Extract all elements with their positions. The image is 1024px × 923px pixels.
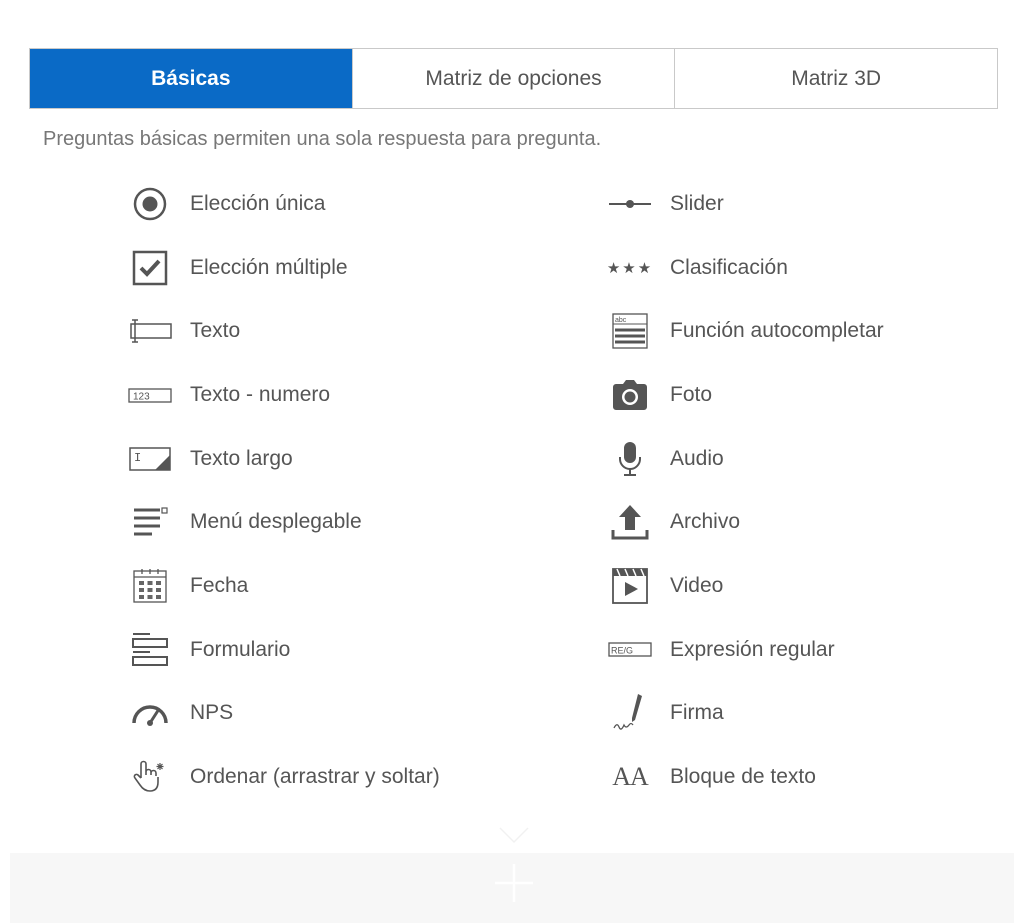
question-type-label: Texto — [190, 319, 241, 343]
question-type-photo[interactable]: Foto — [590, 363, 884, 427]
question-type-label: Video — [670, 573, 724, 597]
video-icon — [590, 566, 670, 606]
question-type-text[interactable]: Texto — [110, 299, 440, 363]
question-type-multiple-choice[interactable]: Elección múltiple — [110, 236, 440, 300]
textarea-icon-text: I — [134, 451, 141, 465]
textarea-icon: I — [110, 439, 190, 479]
question-type-slider[interactable]: Slider — [590, 172, 884, 236]
question-types-left: Elección única Elección múltiple Texto 1… — [110, 172, 440, 809]
text-block-icon: AA — [590, 757, 670, 797]
question-type-label: Texto largo — [190, 446, 293, 470]
tab-matriz-opciones[interactable]: Matriz de opciones — [353, 49, 676, 108]
question-type-rating[interactable]: ★★★ Clasificación — [590, 236, 884, 300]
abc-icon-text: abc — [615, 317, 627, 324]
microphone-icon — [590, 439, 670, 479]
plus-icon[interactable] — [493, 862, 535, 904]
checkbox-icon — [110, 248, 190, 288]
font-icon-text: AA — [612, 762, 649, 792]
question-type-nps[interactable]: NPS — [110, 682, 440, 746]
question-type-label: NPS — [190, 701, 234, 725]
question-type-label: Función autocompletar — [670, 319, 884, 343]
upload-icon — [590, 502, 670, 542]
regex-icon-text: RE/G — [611, 645, 633, 655]
question-type-label: Fecha — [190, 573, 249, 597]
question-type-audio[interactable]: Audio — [590, 427, 884, 491]
gauge-icon — [110, 693, 190, 733]
question-type-file[interactable]: Archivo — [590, 490, 884, 554]
question-type-video[interactable]: Video — [590, 554, 884, 618]
question-type-long-text[interactable]: I Texto largo — [110, 427, 440, 491]
question-type-label: Texto - numero — [190, 382, 331, 406]
calendar-icon — [110, 566, 190, 606]
chevron-down-icon[interactable] — [498, 826, 530, 846]
number-icon-text: 123 — [133, 391, 150, 402]
radio-icon — [110, 184, 190, 224]
form-icon — [110, 630, 190, 670]
stars-icon: ★★★ — [590, 248, 670, 288]
question-type-label: Archivo — [670, 510, 741, 534]
question-type-label: Clasificación — [670, 255, 788, 279]
question-type-label: Formulario — [190, 637, 291, 661]
question-type-single-choice[interactable]: Elección única — [110, 172, 440, 236]
question-type-label: Elección única — [190, 191, 326, 215]
question-type-label: Expresión regular — [670, 637, 835, 661]
question-type-label: Firma — [670, 701, 724, 725]
question-type-number[interactable]: 123 Texto - numero — [110, 363, 440, 427]
question-type-tabs: Básicas Matriz de opciones Matriz 3D — [29, 48, 998, 109]
number-input-icon: 123 — [110, 375, 190, 415]
tab-matriz-3d[interactable]: Matriz 3D — [675, 49, 997, 108]
question-type-label: Menú desplegable — [190, 510, 362, 534]
drag-hand-icon — [110, 757, 190, 797]
question-type-label: Audio — [670, 446, 724, 470]
question-type-label: Ordenar (arrastrar y soltar) — [190, 765, 440, 789]
text-input-icon — [110, 311, 190, 351]
question-type-label: Bloque de texto — [670, 765, 816, 789]
tab-description: Preguntas básicas permiten una sola resp… — [43, 128, 602, 150]
question-type-label: Elección múltiple — [190, 255, 348, 279]
question-type-text-block[interactable]: AA Bloque de texto — [590, 745, 884, 809]
camera-icon — [590, 375, 670, 415]
question-type-ranking[interactable]: Ordenar (arrastrar y soltar) — [110, 745, 440, 809]
question-type-form[interactable]: Formulario — [110, 618, 440, 682]
slider-icon — [590, 184, 670, 224]
dropdown-icon — [110, 502, 190, 542]
regex-icon: RE/G — [590, 630, 670, 670]
question-type-label: Foto — [670, 382, 713, 406]
question-type-label: Slider — [670, 191, 724, 215]
question-types-right: Slider ★★★ Clasificación abc Función aut… — [590, 172, 884, 809]
tab-basicas[interactable]: Básicas — [30, 49, 353, 108]
question-type-date[interactable]: Fecha — [110, 554, 440, 618]
question-type-autocomplete[interactable]: abc Función autocompletar — [590, 299, 884, 363]
question-type-dropdown[interactable]: Menú desplegable — [110, 490, 440, 554]
stars-icon-text: ★★★ — [606, 259, 654, 277]
autocomplete-icon: abc — [590, 311, 670, 351]
question-type-signature[interactable]: Firma — [590, 682, 884, 746]
signature-icon — [590, 693, 670, 733]
question-type-regex[interactable]: RE/G Expresión regular — [590, 618, 884, 682]
